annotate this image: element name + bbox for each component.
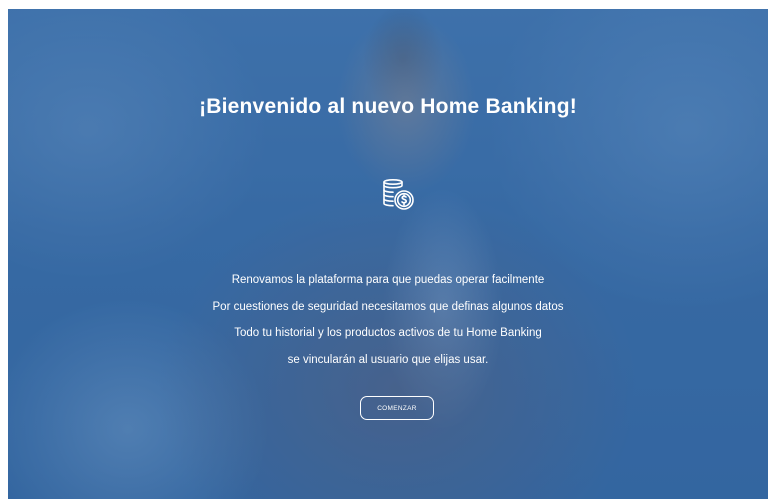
page-title: ¡Bienvenido al nuevo Home Banking! [199,95,577,118]
message-line: Renovamos la plataforma para que puedas … [231,274,545,286]
welcome-content: ¡Bienvenido al nuevo Home Banking! Renov… [8,9,768,499]
welcome-screen: ¡Bienvenido al nuevo Home Banking! Renov… [8,9,768,499]
start-button[interactable]: COMENZAR [360,396,434,420]
welcome-message: Renovamos la plataforma para que puedas … [8,267,768,373]
message-line: Por cuestiones de seguridad necesitamos … [212,300,564,313]
coins-dollar-icon [383,178,414,210]
message-line: se vincularán al usuario que elijas usar… [287,353,489,366]
message-line: Todo tu historial y los productos activo… [234,327,542,339]
